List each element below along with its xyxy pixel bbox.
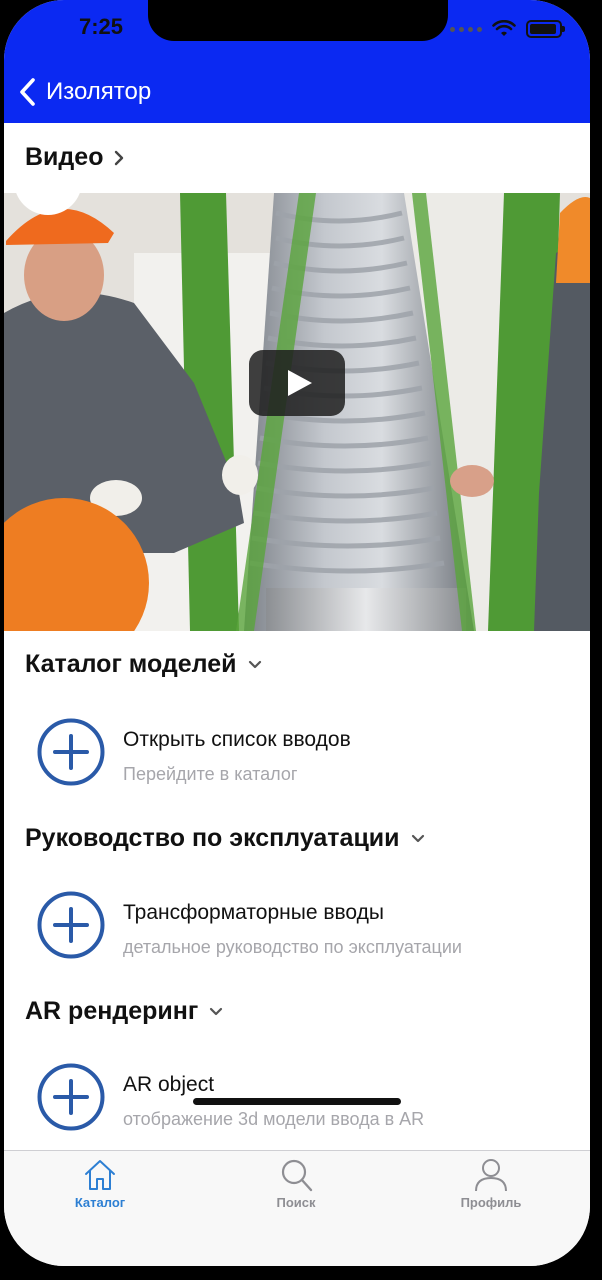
profile-icon xyxy=(475,1159,507,1192)
chevron-down-icon xyxy=(248,660,261,668)
play-button[interactable] xyxy=(249,350,345,416)
manual-list-item[interactable]: Трансформаторные вводы детальное руковод… xyxy=(37,885,577,965)
ar-section-title: AR рендеринг xyxy=(25,997,199,1025)
status-time: 7:25 xyxy=(78,14,124,39)
home-indicator xyxy=(193,1098,401,1105)
plus-circle-icon xyxy=(37,891,105,959)
device-notch xyxy=(148,0,448,41)
catalog-section-header[interactable]: Каталог моделей xyxy=(25,650,263,679)
plus-circle-icon xyxy=(37,718,105,786)
manual-section-title: Руководство по эксплуатации xyxy=(25,824,400,852)
tab-profile-label: Профиль xyxy=(460,1195,522,1210)
video-section-header[interactable]: Видео xyxy=(25,143,125,172)
search-icon xyxy=(281,1159,313,1192)
tab-bar: Каталог Поиск Профиль xyxy=(4,1150,590,1266)
manual-item-subtitle: детальное руководство по эксплуатации xyxy=(123,937,462,957)
chevron-down-icon xyxy=(210,1007,223,1015)
chevron-down-icon xyxy=(411,834,424,842)
tab-profile[interactable]: Профиль xyxy=(431,1157,551,1223)
status-icons xyxy=(450,18,565,40)
cellular-signal-icon xyxy=(450,26,482,32)
app-screen: 7:25 Изолятор Видео Каталог моделей Откр… xyxy=(4,0,590,1266)
ar-list-item[interactable]: AR object отображение 3d модели ввода в … xyxy=(37,1057,577,1137)
video-section-title: Видео xyxy=(25,143,104,171)
tab-search-label: Поиск xyxy=(276,1195,316,1210)
video-player[interactable] xyxy=(4,193,590,631)
catalog-section-title: Каталог моделей xyxy=(25,650,237,678)
catalog-item-subtitle: Перейдите в каталог xyxy=(123,764,298,784)
tab-catalog[interactable]: Каталог xyxy=(40,1157,160,1223)
manual-item-title: Трансформаторные вводы xyxy=(123,901,384,924)
chevron-left-icon xyxy=(20,78,35,106)
ar-item-subtitle: отображение 3d модели ввода в AR xyxy=(123,1109,425,1129)
manual-section-header[interactable]: Руководство по эксплуатации xyxy=(25,824,426,853)
home-icon xyxy=(85,1160,115,1190)
ar-item-title: AR object xyxy=(123,1073,215,1096)
chevron-right-icon xyxy=(115,150,124,165)
catalog-item-title: Открыть список вводов xyxy=(123,728,351,751)
wifi-icon xyxy=(492,20,516,36)
back-button[interactable]: Изолятор xyxy=(18,74,151,110)
tab-catalog-label: Каталог xyxy=(74,1195,126,1210)
screen-title: Изолятор xyxy=(46,78,152,105)
catalog-list-item[interactable]: Открыть список вводов Перейдите в катало… xyxy=(37,712,577,792)
tab-search[interactable]: Поиск xyxy=(236,1157,356,1223)
battery-icon xyxy=(526,20,565,38)
ar-section-header[interactable]: AR рендеринг xyxy=(25,997,224,1026)
plus-circle-icon xyxy=(37,1063,105,1131)
